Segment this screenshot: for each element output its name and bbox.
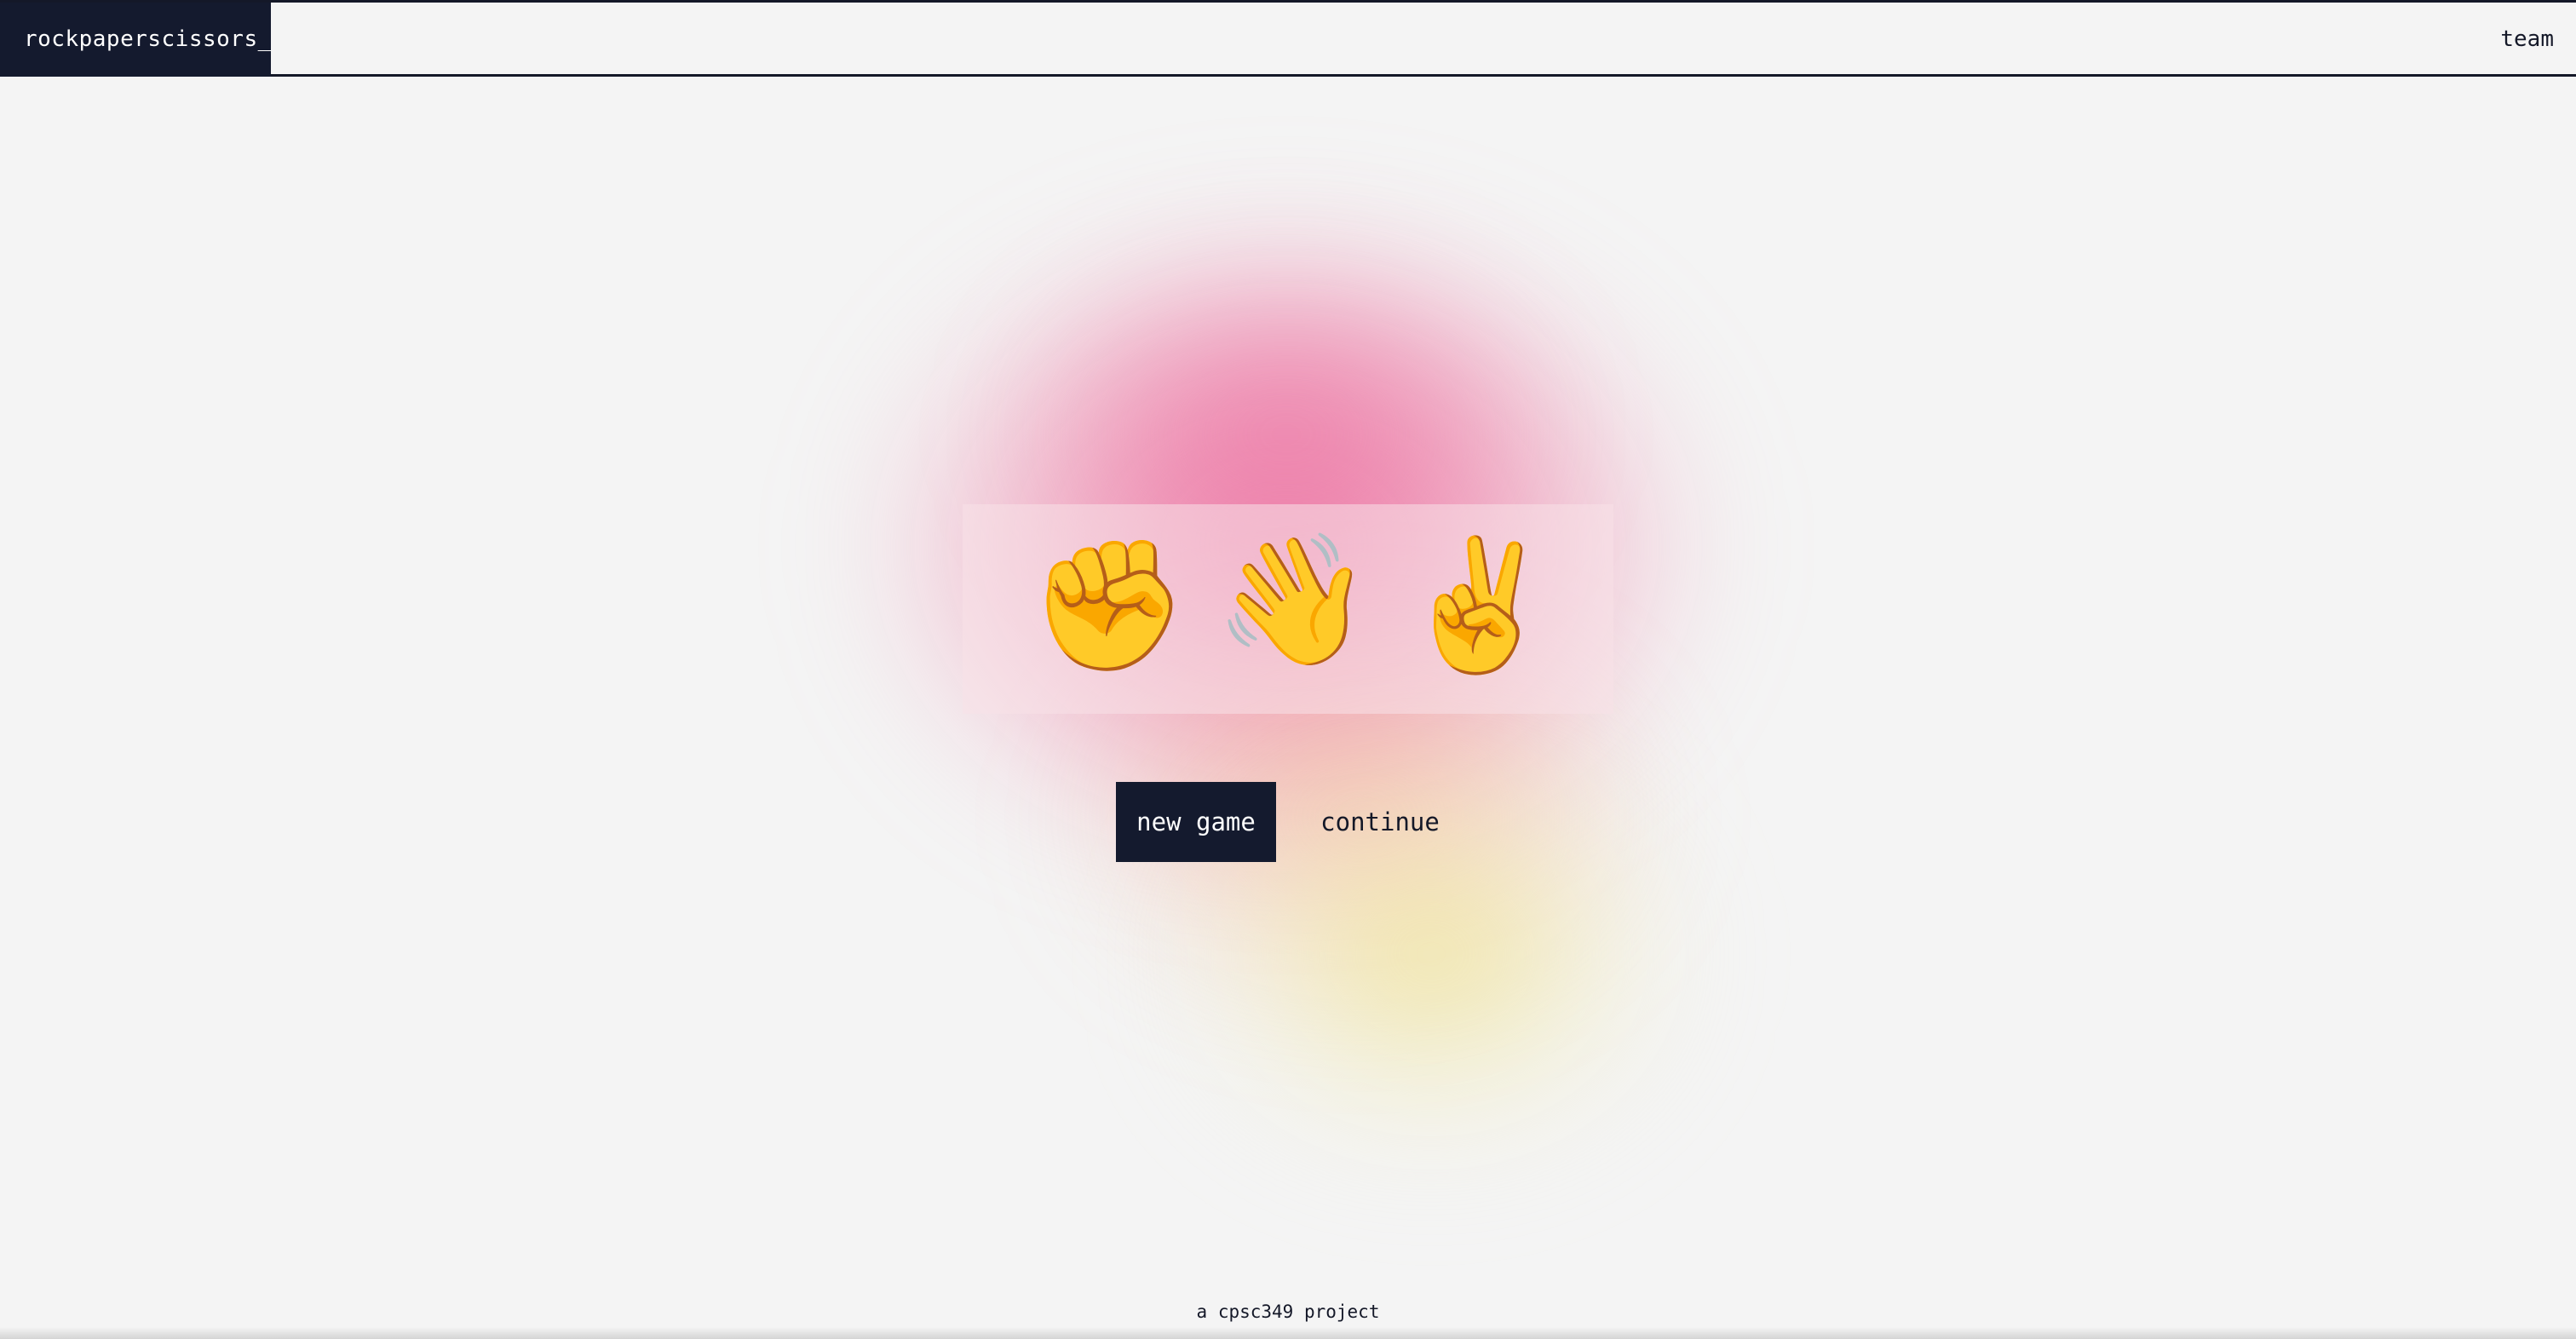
rock-fist-icon: ✊ [1029, 532, 1188, 680]
new-game-button[interactable]: new game [1116, 782, 1276, 862]
footer-credit: a cpsc349 project [1196, 1302, 1380, 1322]
top-navigation-bar: rockpaperscissors_ team [0, 0, 2576, 77]
nav-team-link[interactable]: team [2500, 3, 2554, 77]
scissors-hand-icon: ✌️ [1399, 532, 1558, 680]
bottom-edge-shadow [0, 1327, 2576, 1339]
continue-button[interactable]: continue [1295, 782, 1465, 862]
page: rockpaperscissors_ team ✊ 👋 ✌️ new game … [0, 0, 2576, 1339]
brand-logo-link[interactable]: rockpaperscissors_ [0, 3, 271, 77]
paper-hand-icon: 👋 [1214, 526, 1373, 675]
hands-card: ✊ 👋 ✌️ [963, 504, 1613, 714]
